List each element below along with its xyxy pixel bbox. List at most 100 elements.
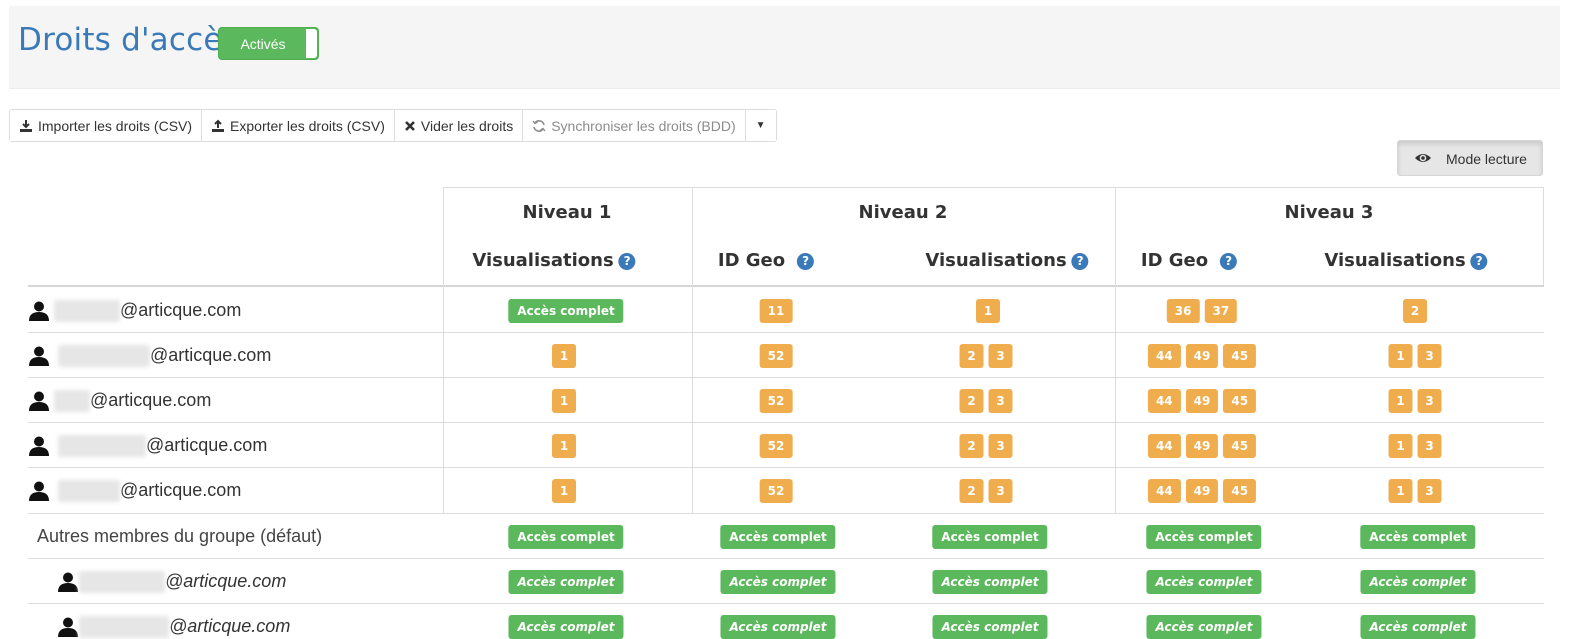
access-badge: Accès complet [1360, 524, 1476, 549]
level-3-idgeo-cell[interactable]: Accès complet [1146, 559, 1262, 604]
level-1-visualisations-cell[interactable]: Accès complet [508, 604, 624, 639]
access-badge: 2 [959, 433, 984, 458]
read-mode-button[interactable]: Mode lecture [1397, 140, 1543, 176]
level-3-visualisations-cell[interactable]: 1 3 [1388, 378, 1442, 423]
redacted-username [54, 389, 90, 412]
level-3-visualisations-cell[interactable]: 2 [1403, 288, 1427, 333]
toggle-label: Activés [240, 36, 286, 52]
header-label: ID Geo [1140, 250, 1209, 271]
redacted-username [58, 479, 120, 502]
table-row[interactable]: @articque.com Accès complet Accès comple… [28, 604, 1544, 639]
user-email-domain: @articque.com [90, 390, 212, 410]
level-2-idgeo-cell[interactable]: Accès complet [720, 514, 836, 559]
table-row[interactable]: @articque.com 1 52 2 3 44 49 45 1 3 [28, 378, 1544, 423]
level-2-idgeo-cell[interactable]: 52 [759, 333, 793, 378]
access-rights-table: Niveau 1 Niveau 2 Niveau 3 Visualisation… [28, 187, 1544, 639]
access-badge: 45 [1223, 343, 1257, 368]
level-2-visualisations-cell[interactable]: 2 3 [959, 423, 1013, 468]
table-row[interactable]: @articque.com 1 52 2 3 44 49 45 1 3 [28, 423, 1544, 468]
access-badge: 52 [759, 478, 793, 503]
group-default-row[interactable]: Autres membres du groupe (défaut) Accès … [28, 514, 1544, 559]
table-row[interactable]: @articque.com 1 52 2 3 44 49 45 1 3 [28, 333, 1544, 378]
level-2-idgeo-cell[interactable]: 52 [759, 423, 793, 468]
level-3-visualisations-cell[interactable]: 1 3 [1388, 468, 1442, 513]
level-1-visualisations-cell[interactable]: 1 [552, 423, 576, 468]
level-1-visualisations-cell[interactable]: Accès complet [508, 559, 624, 604]
access-badge: Accès complet [1146, 614, 1262, 639]
n2-idgeo-header: ID Geo? [718, 250, 815, 271]
level-3-header: Niveau 3 [1284, 202, 1374, 223]
user-cell: @articque.com [28, 423, 267, 468]
access-badge: 2 [959, 478, 984, 503]
access-badge: 45 [1223, 388, 1257, 413]
level-2-visualisations-cell[interactable]: 2 3 [959, 333, 1013, 378]
access-badge: Accès complet [932, 569, 1048, 594]
sync-rights-button[interactable]: Synchroniser les droits (BDD) [523, 110, 746, 141]
level-2-visualisations-cell[interactable]: 2 3 [959, 378, 1013, 423]
refresh-icon [532, 119, 546, 132]
access-badge: 36 [1166, 298, 1200, 323]
level-3-idgeo-cell[interactable]: 44 49 45 [1147, 333, 1257, 378]
more-options-dropdown[interactable]: ▼ [745, 110, 776, 141]
level-2-idgeo-cell[interactable]: Accès complet [720, 604, 836, 639]
access-badge: 1 [552, 343, 576, 368]
level-3-visualisations-cell[interactable]: 1 3 [1388, 423, 1442, 468]
clear-rights-button[interactable]: Vider les droits [394, 110, 524, 141]
group-default-label: Autres membres du groupe (défaut) [37, 526, 323, 546]
level-2-visualisations-cell[interactable]: Accès complet [932, 514, 1048, 559]
n3-visualisations-header: Visualisations? [1324, 250, 1488, 271]
access-badge: 1 [1388, 433, 1413, 458]
access-badge: 3 [1417, 388, 1442, 413]
level-3-idgeo-cell[interactable]: 36 37 [1166, 288, 1238, 333]
export-csv-button[interactable]: Exporter les droits (CSV) [202, 110, 395, 141]
level-1-visualisations-cell[interactable]: 1 [552, 378, 576, 423]
access-badge: 3 [1417, 343, 1442, 368]
level-3-idgeo-cell[interactable]: Accès complet [1146, 604, 1262, 639]
level-2-visualisations-cell[interactable]: Accès complet [932, 559, 1048, 604]
table-row[interactable]: @articque.com 1 52 2 3 44 49 45 1 3 [28, 468, 1544, 513]
access-rights-toggle[interactable]: Activés [218, 27, 319, 60]
level-2-idgeo-cell[interactable]: 52 [759, 378, 793, 423]
level-2-visualisations-cell[interactable]: Accès complet [932, 604, 1048, 639]
toggle-knob[interactable] [306, 29, 317, 58]
help-icon[interactable]: ? [618, 253, 636, 270]
redacted-username [79, 570, 165, 593]
level-3-visualisations-cell[interactable]: Accès complet [1360, 604, 1476, 639]
access-badge: 1 [976, 298, 1000, 323]
level-3-visualisations-cell[interactable]: 1 3 [1388, 333, 1442, 378]
level-1-visualisations-cell[interactable]: Accès complet [508, 514, 624, 559]
table-row[interactable]: @articque.com Accès complet Accès comple… [28, 559, 1544, 604]
access-badge: 1 [1388, 343, 1413, 368]
help-icon[interactable]: ? [797, 253, 815, 270]
level-3-idgeo-cell[interactable]: Accès complet [1146, 514, 1262, 559]
level-3-idgeo-cell[interactable]: 44 49 45 [1147, 423, 1257, 468]
header-top-border [443, 187, 1544, 188]
level-1-visualisations-cell[interactable]: 1 [552, 468, 576, 513]
level-1-visualisations-cell[interactable]: 1 [552, 333, 576, 378]
header-bottom-border [28, 285, 1544, 287]
access-badge: 3 [1417, 478, 1442, 503]
help-icon[interactable]: ? [1220, 253, 1238, 270]
level-3-idgeo-cell[interactable]: 44 49 45 [1147, 468, 1257, 513]
access-badge: 3 [988, 388, 1013, 413]
level-1-visualisations-cell[interactable]: Accès complet [508, 288, 624, 333]
level-3-idgeo-cell[interactable]: 44 49 45 [1147, 378, 1257, 423]
level-2-idgeo-cell[interactable]: 11 [759, 288, 793, 333]
import-csv-button[interactable]: Importer les droits (CSV) [10, 110, 203, 141]
level-2-idgeo-cell[interactable]: 52 [759, 468, 793, 513]
level-2-visualisations-cell[interactable]: 1 [976, 288, 1000, 333]
export-csv-label: Exporter les droits (CSV) [230, 117, 385, 134]
level-3-visualisations-cell[interactable]: Accès complet [1360, 514, 1476, 559]
help-icon[interactable]: ? [1071, 253, 1089, 270]
access-badge: 45 [1223, 433, 1257, 458]
level-3-visualisations-cell[interactable]: Accès complet [1360, 559, 1476, 604]
level-2-idgeo-cell[interactable]: Accès complet [720, 559, 836, 604]
access-badge: 1 [552, 433, 576, 458]
user-cell: @articque.com [28, 288, 241, 333]
level-2-visualisations-cell[interactable]: 2 3 [959, 468, 1013, 513]
help-icon[interactable]: ? [1470, 253, 1488, 270]
read-mode-label: Mode lecture [1446, 151, 1527, 167]
header-label: Visualisations [1324, 250, 1466, 271]
header-divider [1543, 187, 1544, 285]
table-row[interactable]: @articque.com Accès complet 11 1 36 37 2 [28, 288, 1544, 333]
